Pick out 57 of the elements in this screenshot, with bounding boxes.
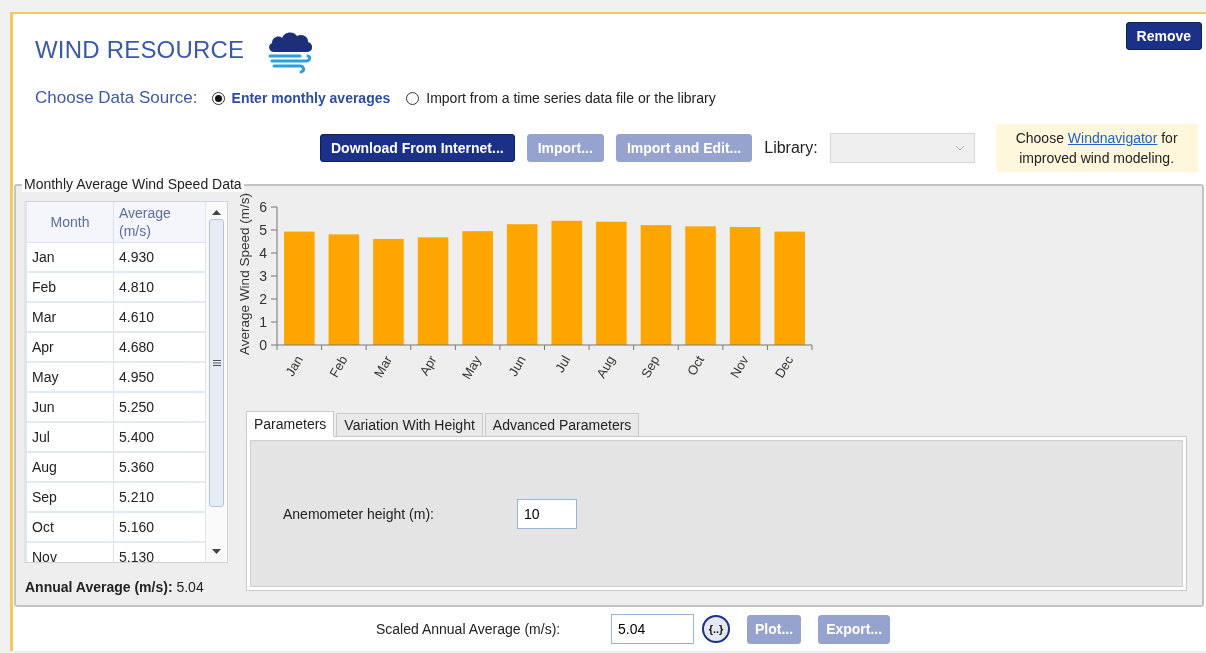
field-label: Anemometer height (m): bbox=[283, 506, 435, 522]
tab[interactable]: Advanced Parameters bbox=[484, 413, 640, 437]
x-tick-label: Mar bbox=[370, 353, 396, 380]
page-title: WIND RESOURCE bbox=[35, 36, 245, 64]
y-tick-label: 3 bbox=[259, 268, 267, 284]
x-tick-label: Jul bbox=[552, 353, 574, 375]
input-field[interactable]: 5.04 bbox=[611, 614, 694, 645]
radio-button[interactable] bbox=[406, 91, 420, 105]
windnavigator-link[interactable]: Windnavigator bbox=[1067, 130, 1158, 146]
table-cell: Sep bbox=[27, 482, 114, 512]
radio-option[interactable]: Import from a time series data file or the library bbox=[406, 90, 716, 106]
chevron-down-icon bbox=[955, 145, 964, 151]
x-tick-label: Jan bbox=[282, 353, 306, 379]
table-cell: Jun bbox=[27, 392, 114, 422]
y-tick-label: 2 bbox=[259, 291, 267, 307]
scrollbar-thumb[interactable] bbox=[209, 219, 225, 507]
x-tick-label: Jun bbox=[505, 353, 529, 379]
y-axis-label: Average Wind Speed (m/s) bbox=[237, 193, 252, 355]
table-cell: Aug bbox=[27, 452, 114, 482]
x-tick-label: Nov bbox=[727, 353, 752, 381]
table-cell: Jan bbox=[27, 242, 114, 272]
grip-icon bbox=[212, 360, 221, 366]
radio-button[interactable] bbox=[211, 91, 225, 105]
table-cell: Nov bbox=[27, 542, 114, 562]
table-cell: Mar bbox=[27, 302, 114, 332]
y-tick-label: 1 bbox=[259, 314, 267, 330]
library-label: Library: bbox=[764, 139, 818, 157]
expression-button[interactable]: {..} bbox=[702, 615, 730, 644]
remove-button[interactable]: Remove bbox=[1125, 22, 1202, 50]
annual-average-text: Annual Average (m/s): 5.04 bbox=[25, 579, 205, 595]
table-cell: Oct bbox=[27, 512, 114, 542]
scroll-down-icon[interactable] bbox=[212, 549, 222, 554]
table-cell: Feb bbox=[27, 272, 114, 302]
y-tick-label: 4 bbox=[259, 245, 267, 261]
x-tick-label: Feb bbox=[326, 353, 351, 380]
table-cell: Apr bbox=[27, 332, 114, 362]
radio-option[interactable]: Enter monthly averages bbox=[211, 90, 391, 106]
x-tick-label: Sep bbox=[638, 353, 663, 381]
y-tick-label: 0 bbox=[259, 337, 267, 353]
x-tick-label: Apr bbox=[416, 353, 440, 378]
data-source-label: Choose Data Source: bbox=[35, 88, 198, 108]
wind-modeling-note: Choose Windnavigator for improved wind modeling. bbox=[995, 124, 1198, 172]
x-tick-label: Dec bbox=[771, 353, 797, 381]
column-header[interactable]: Month bbox=[27, 202, 114, 243]
tab[interactable]: Parameters bbox=[246, 411, 335, 437]
tab[interactable]: Variation With Height bbox=[336, 413, 483, 437]
table-cell: May bbox=[27, 362, 114, 392]
scroll-up-icon[interactable] bbox=[212, 210, 222, 215]
panel-title: Monthly Average Wind Speed Data bbox=[22, 176, 244, 192]
x-tick-label: Oct bbox=[684, 353, 708, 378]
download-button[interactable]: Download From Internet... bbox=[320, 134, 515, 162]
scaled-average-label: Scaled Annual Average (m/s): bbox=[376, 621, 562, 638]
y-tick-label: 5 bbox=[259, 222, 267, 238]
input-field[interactable]: 10 bbox=[517, 499, 577, 529]
y-tick-label: 6 bbox=[259, 199, 267, 215]
column-header[interactable]: Average (m/s) bbox=[113, 202, 206, 243]
table-cell: Jul bbox=[27, 422, 114, 452]
